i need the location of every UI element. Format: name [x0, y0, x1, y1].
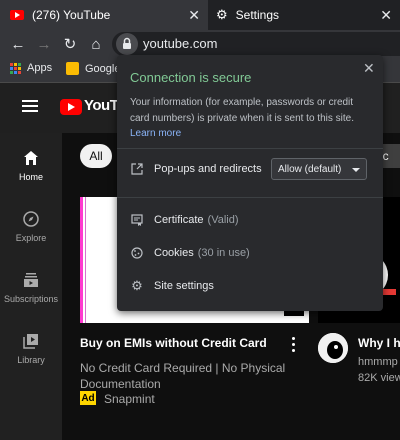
home-button-icon[interactable]: ⌂ — [86, 34, 106, 54]
divider — [117, 197, 383, 198]
divider — [117, 148, 383, 149]
tab-close-icon[interactable]: ✕ — [380, 7, 392, 24]
connection-info-text: Your information (for example, passwords… — [130, 97, 354, 124]
menu-icon[interactable] — [22, 100, 38, 112]
sidebar-item-label: Explore — [15, 233, 47, 243]
channel-name[interactable]: hmmmp — [358, 356, 398, 368]
connection-status-title: Connection is secure — [130, 70, 252, 85]
ad-badge: Ad — [80, 391, 96, 405]
video-title[interactable]: Why I ha — [358, 336, 400, 350]
library-icon — [23, 334, 38, 349]
certificate-status: (Valid) — [207, 214, 239, 226]
gear-icon: ⚙ — [131, 278, 143, 293]
avatar[interactable] — [318, 333, 348, 363]
sidebar-item-library[interactable]: Library — [0, 333, 62, 365]
learn-more-link[interactable]: Learn more — [130, 128, 181, 139]
sidebar-item-label: Library — [17, 355, 45, 365]
cookies-row[interactable]: Cookies (30 in use) — [130, 246, 250, 260]
tab-label: (276) YouTube — [32, 8, 111, 22]
gear-icon: ⚙ — [216, 7, 228, 22]
subscriptions-icon — [24, 273, 38, 287]
youtube-logo-icon[interactable] — [60, 99, 82, 115]
popups-select-value: Allow (default) — [278, 163, 342, 175]
back-arrow-icon[interactable]: ← — [8, 34, 28, 54]
compass-icon — [23, 211, 39, 227]
tab-label: Settings — [235, 8, 280, 22]
site-settings-row[interactable]: ⚙ Site settings — [130, 278, 214, 293]
tab-close-icon[interactable]: ✕ — [188, 7, 200, 24]
certificate-label: Certificate — [154, 214, 204, 226]
more-options-icon[interactable] — [292, 337, 296, 355]
tab-settings[interactable]: ⚙ Settings ✕ — [208, 0, 400, 30]
apps-grid-icon — [10, 62, 21, 74]
popups-select[interactable]: Allow (default) — [271, 158, 367, 180]
tab-youtube[interactable]: (276) YouTube ✕ — [0, 0, 208, 30]
cookies-count: (30 in use) — [197, 247, 250, 259]
certificate-row[interactable]: Certificate (Valid) — [130, 213, 239, 227]
cookie-icon — [130, 246, 144, 260]
close-icon[interactable]: ✕ — [363, 60, 375, 77]
lock-icon[interactable] — [116, 33, 138, 55]
advertiser-name[interactable]: Snapmint — [104, 392, 155, 406]
bookmark-label: Apps — [27, 62, 53, 74]
external-link-icon — [130, 162, 144, 176]
sidebar-item-home[interactable]: Home — [0, 150, 62, 182]
cookies-label: Cookies — [154, 247, 194, 259]
sidebar-item-subscriptions[interactable]: Subscriptions — [0, 272, 62, 304]
site-settings-label: Site settings — [154, 280, 214, 292]
site-info-popup — [117, 55, 383, 311]
url-text: youtube.com — [143, 36, 218, 51]
home-icon — [24, 151, 38, 165]
bookmark-favicon-icon — [66, 62, 79, 75]
reload-icon[interactable]: ↻ — [60, 34, 80, 54]
view-count: 82K view — [358, 372, 400, 384]
youtube-favicon-icon — [10, 10, 24, 20]
chevron-down-icon — [352, 168, 360, 172]
video-title[interactable]: Buy on EMIs without Credit Card — [80, 336, 267, 350]
bookmark-apps[interactable]: Apps — [10, 62, 52, 74]
sidebar-item-label: Subscriptions — [3, 294, 59, 304]
popups-label: Pop-ups and redirects — [154, 163, 262, 175]
certificate-icon — [130, 213, 144, 227]
sidebar-item-label: Home — [18, 172, 43, 182]
popups-row: Pop-ups and redirects — [130, 162, 262, 176]
video-description: No Credit Card Required | No Physical Do… — [80, 361, 286, 391]
chip-all[interactable]: All — [80, 144, 112, 168]
bookmark-google[interactable]: Google — [66, 62, 120, 75]
sidebar-item-explore[interactable]: Explore — [0, 211, 62, 243]
bookmark-label: Google — [85, 62, 121, 75]
thumbnail-stripe — [85, 197, 86, 323]
forward-arrow-icon[interactable]: → — [34, 34, 54, 54]
